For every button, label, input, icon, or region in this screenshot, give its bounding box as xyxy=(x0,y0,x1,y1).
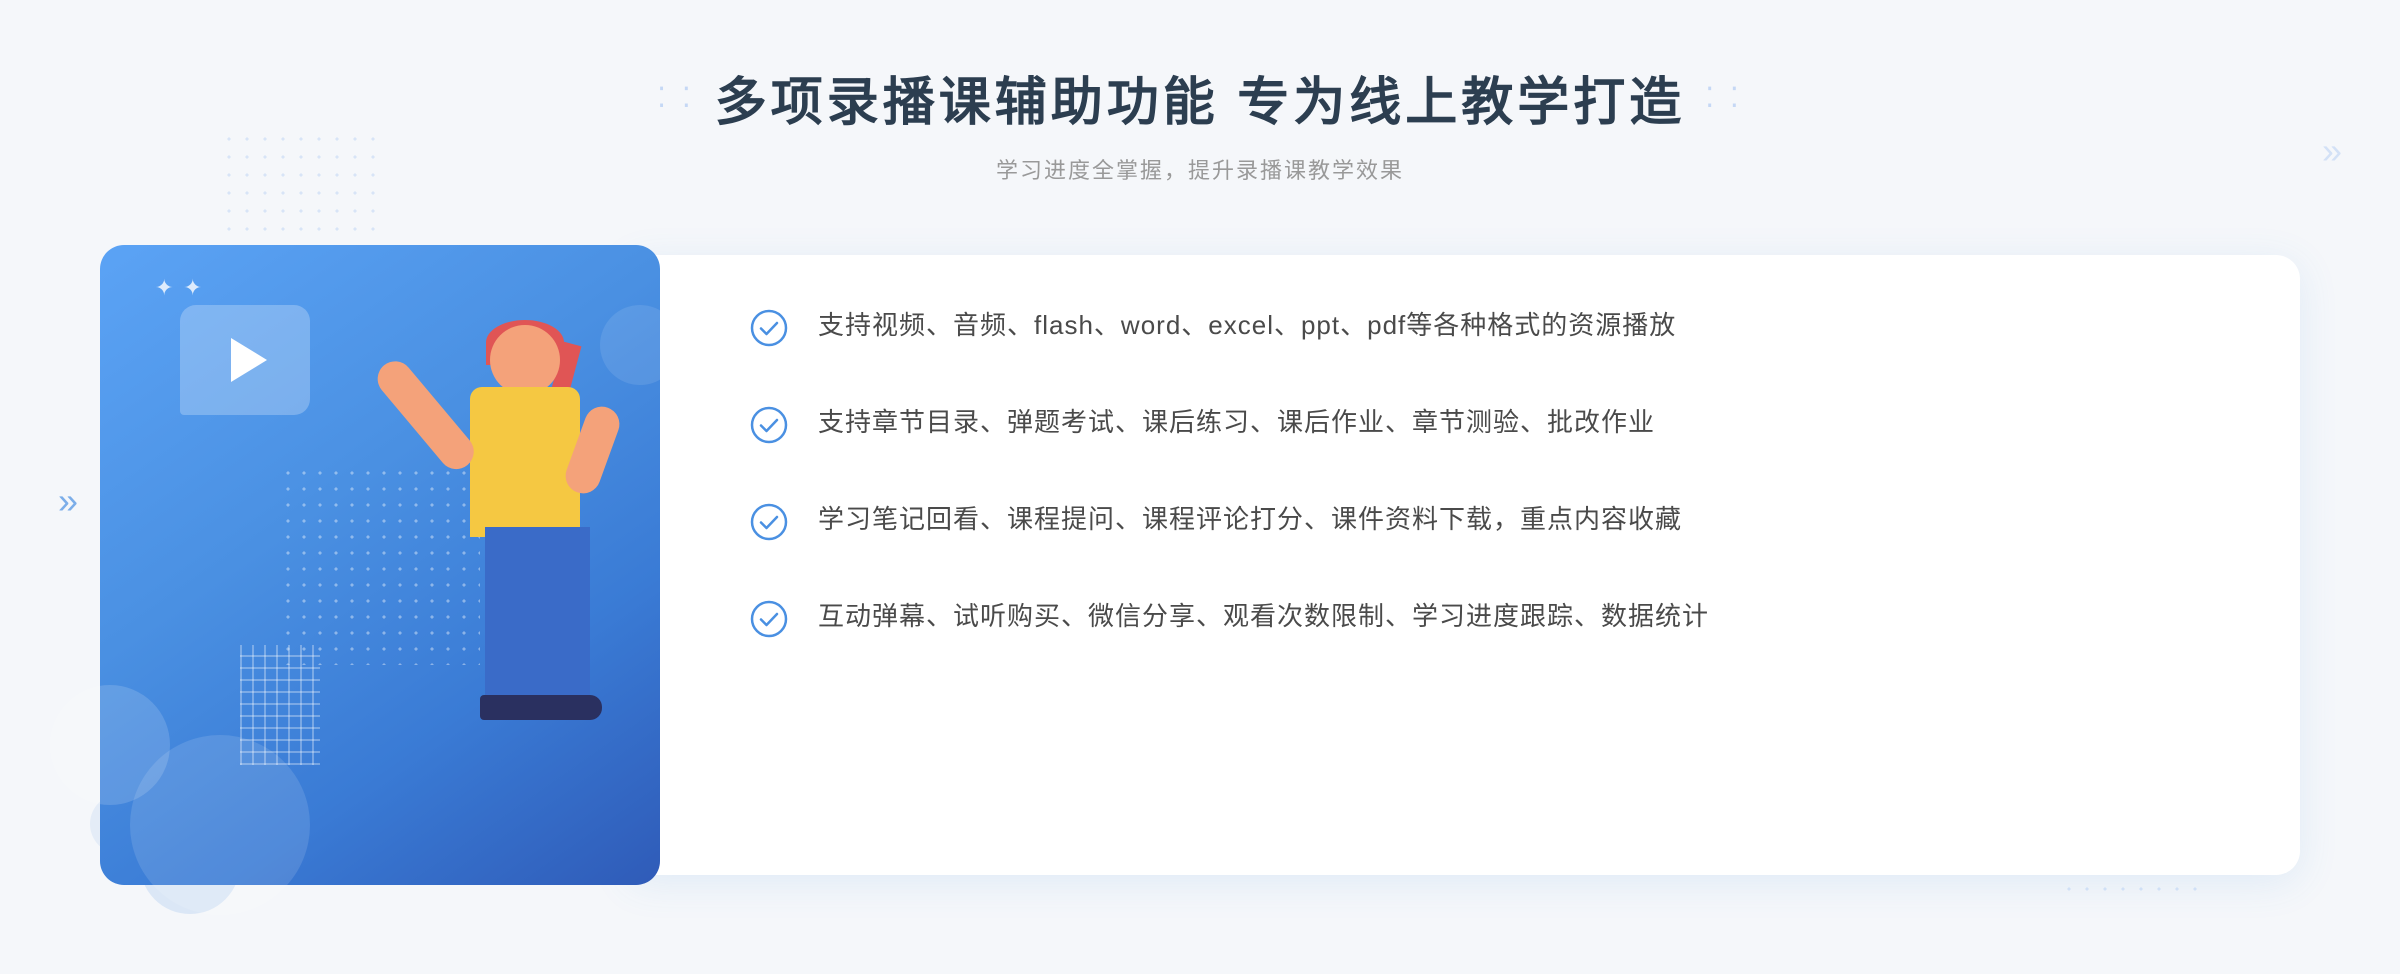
feature-text-3: 学习笔记回看、课程提问、课程评论打分、课件资料下载，重点内容收藏 xyxy=(818,499,1682,541)
person-body xyxy=(470,387,580,537)
check-icon-4 xyxy=(750,600,788,638)
feature-item-1: 支持视频、音频、flash、word、excel、ppt、pdf等各种格式的资源… xyxy=(750,305,2220,347)
person-pants-right xyxy=(535,527,590,707)
feature-item-4: 互动弹幕、试听购买、微信分享、观看次数限制、学习进度跟踪、数据统计 xyxy=(750,596,2220,638)
play-bubble xyxy=(180,305,310,415)
feature-text-1: 支持视频、音频、flash、word、excel、ppt、pdf等各种格式的资源… xyxy=(818,305,1676,347)
feature-item-3: 学习笔记回看、课程提问、课程评论打分、课件资料下载，重点内容收藏 xyxy=(750,499,2220,541)
page-title: 多项录播课辅助功能 专为线上教学打造 xyxy=(715,60,1685,135)
page-subtitle: 学习进度全掌握，提升录播课教学效果 xyxy=(0,153,2400,185)
illus-circle-2 xyxy=(130,735,310,915)
feature-text-4: 互动弹幕、试听购买、微信分享、观看次数限制、学习进度跟踪、数据统计 xyxy=(818,596,1709,638)
person-arm-left xyxy=(371,354,481,476)
check-icon-3 xyxy=(750,503,788,541)
person-illustration xyxy=(360,305,640,885)
feature-panel: 支持视频、音频、flash、word、excel、ppt、pdf等各种格式的资源… xyxy=(630,255,2300,875)
sparkle-dots: ✦ ✦ xyxy=(155,275,204,301)
title-dots-left: ⁚ ⁚ xyxy=(657,81,695,114)
person-shoe-right xyxy=(532,695,602,720)
person-pants-left xyxy=(485,527,540,707)
illustration-card: ✦ ✦ xyxy=(100,245,660,885)
check-icon-1 xyxy=(750,309,788,347)
page-header: ⁚ ⁚ 多项录播课辅助功能 专为线上教学打造 ⁚ ⁚ 学习进度全掌握，提升录播课… xyxy=(0,0,2400,185)
title-dots-right: ⁚ ⁚ xyxy=(1705,81,1743,114)
main-content: ✦ ✦ xyxy=(0,245,2400,885)
play-icon xyxy=(231,338,267,382)
check-icon-2 xyxy=(750,406,788,444)
feature-text-2: 支持章节目录、弹题考试、课后练习、课后作业、章节测验、批改作业 xyxy=(818,402,1655,444)
feature-item-2: 支持章节目录、弹题考试、课后练习、课后作业、章节测验、批改作业 xyxy=(750,402,2220,444)
person-head xyxy=(490,325,560,395)
